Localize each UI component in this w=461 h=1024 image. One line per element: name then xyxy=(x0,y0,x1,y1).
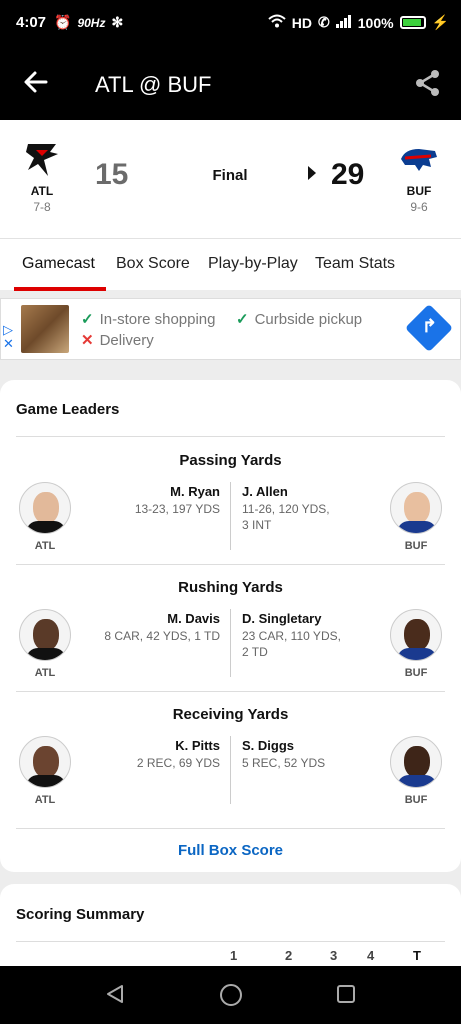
home-team[interactable]: BUF 9-6 xyxy=(389,140,449,214)
game-leaders-title: Game Leaders xyxy=(16,401,120,418)
network-label: HD xyxy=(291,14,313,31)
adchoices-icon[interactable]: ▷ ✕ xyxy=(3,323,14,351)
divider xyxy=(230,482,231,550)
nav-home-icon[interactable] xyxy=(219,983,243,1012)
quarter-header: 2 xyxy=(285,948,293,963)
nav-back-icon[interactable] xyxy=(104,983,126,1010)
leader-name: M. Ryan xyxy=(170,484,220,499)
nav-recents-icon[interactable] xyxy=(335,983,357,1010)
tab-box-score[interactable]: Box Score xyxy=(116,255,190,273)
divider xyxy=(16,436,445,437)
score-header: ATL 7-8 15 Final 29 BUF 9-6 xyxy=(0,120,461,238)
leader-team: ATL xyxy=(34,667,56,679)
status-right-icons: HD ✆ 100% ⚡ xyxy=(268,14,449,31)
charging-icon: ⚡ xyxy=(431,14,449,30)
leader-category: Rushing Yards xyxy=(178,579,283,596)
avatar xyxy=(390,736,442,788)
leader-team: ATL xyxy=(34,794,56,806)
refresh-rate: 90Hz xyxy=(77,15,106,30)
avatar xyxy=(390,609,442,661)
leader-team: BUF xyxy=(404,794,428,806)
system-nav-bar xyxy=(0,966,461,1024)
home-team-abbr: BUF xyxy=(406,184,432,198)
leader-block-passing[interactable]: Passing Yards ATL M. Ryan 13-23, 197 YDS… xyxy=(0,438,461,564)
directions-arrow-icon: ↱ xyxy=(421,316,437,336)
leader-stats: 2 REC, 69 YDS xyxy=(136,756,220,770)
leader-category: Passing Yards xyxy=(179,452,282,469)
game-tabs: Gamecast Box Score Play-by-Play Team Sta… xyxy=(0,238,461,291)
ad-feature-curbside: Curbside pickup xyxy=(254,311,363,328)
leader-stats: 8 CAR, 42 YDS, 1 TD xyxy=(104,629,220,643)
full-box-score-link[interactable]: Full Box Score xyxy=(0,842,461,859)
divider xyxy=(16,941,445,942)
call-icon: ✆ xyxy=(318,14,330,30)
avatar xyxy=(19,736,71,788)
leader-block-rushing[interactable]: Rushing Yards ATL M. Davis 8 CAR, 42 YDS… xyxy=(0,565,461,691)
ad-line-1b: ✓ Curbside pickup xyxy=(236,310,362,328)
avatar xyxy=(19,609,71,661)
leader-name: D. Singletary xyxy=(242,611,322,626)
share-icon[interactable] xyxy=(413,68,443,98)
leader-team: BUF xyxy=(404,540,428,552)
tab-play-by-play[interactable]: Play-by-Play xyxy=(208,255,298,273)
ad-image[interactable] xyxy=(21,305,69,353)
leader-stats: 23 CAR, 110 YDS, 2 TD xyxy=(242,629,341,659)
winner-arrow-icon xyxy=(308,166,316,180)
home-team-record: 9-6 xyxy=(410,200,428,214)
page-title: ATL @ BUF xyxy=(95,72,212,97)
leader-stats: 5 REC, 52 YDS xyxy=(242,756,326,770)
divider xyxy=(16,828,445,829)
away-team-abbr: ATL xyxy=(30,184,54,198)
leader-name: S. Diggs xyxy=(242,738,295,753)
leader-team: BUF xyxy=(404,667,428,679)
status-time: 4:07 xyxy=(16,14,47,31)
fan-icon: ✻ xyxy=(111,14,124,30)
ad-feature-instore: In-store shopping xyxy=(99,311,216,328)
home-score: 29 xyxy=(331,158,365,191)
leader-name: M. Davis xyxy=(167,611,220,626)
falcons-logo-icon xyxy=(12,140,72,180)
leader-category: Receiving Yards xyxy=(172,706,289,723)
quarter-header: 3 xyxy=(330,948,338,963)
leader-team: ATL xyxy=(34,540,56,552)
leader-stats: 13-23, 197 YDS xyxy=(134,502,220,516)
total-header: T xyxy=(413,948,421,963)
ad-line-2: ✕ Delivery xyxy=(81,331,154,349)
divider xyxy=(230,609,231,677)
tab-gamecast[interactable]: Gamecast xyxy=(22,255,95,273)
ad-banner[interactable]: ▷ ✕ ✓ In-store shopping ✓ Curbside pickup ✕… xyxy=(0,298,461,360)
leader-name: J. Allen xyxy=(242,484,288,499)
quarter-header: 1 xyxy=(230,948,238,963)
scoring-summary-title: Scoring Summary xyxy=(16,906,145,923)
check-icon: ✓ xyxy=(236,311,249,328)
tab-team-stats[interactable]: Team Stats xyxy=(315,255,395,273)
away-team-record: 7-8 xyxy=(33,200,51,214)
away-team[interactable]: ATL 7-8 xyxy=(12,140,72,214)
ad-line-1: ✓ In-store shopping xyxy=(81,310,215,328)
cross-icon: ✕ xyxy=(81,332,94,349)
active-tab-indicator xyxy=(14,287,106,291)
status-left-icons: ⏰ 90Hz ✻ xyxy=(54,14,123,31)
avatar xyxy=(390,482,442,534)
quarter-header: 4 xyxy=(367,948,375,963)
leader-block-receiving[interactable]: Receiving Yards ATL K. Pitts 2 REC, 69 Y… xyxy=(0,692,461,818)
wifi-icon xyxy=(268,14,286,31)
check-icon: ✓ xyxy=(81,311,94,328)
battery-icon xyxy=(399,16,426,29)
avatar xyxy=(19,482,71,534)
leader-name: K. Pitts xyxy=(175,738,220,753)
bills-logo-icon xyxy=(389,140,449,180)
game-leaders-card: Game Leaders Passing Yards ATL M. Ryan 1… xyxy=(0,380,461,872)
app-bar: ATL @ BUF xyxy=(0,48,461,120)
alarm-icon: ⏰ xyxy=(54,14,72,30)
leader-stats: 11-26, 120 YDS, 3 INT xyxy=(242,502,330,532)
back-arrow-icon[interactable] xyxy=(22,68,50,96)
signal-icon xyxy=(335,14,352,31)
divider xyxy=(230,736,231,804)
away-score: 15 xyxy=(95,158,129,191)
ad-feature-delivery: Delivery xyxy=(99,332,154,349)
status-bar: 4:07 ⏰ 90Hz ✻ HD ✆ 100% ⚡ xyxy=(0,0,461,48)
game-status: Final xyxy=(212,167,248,184)
battery-percent: 100% xyxy=(357,14,394,31)
